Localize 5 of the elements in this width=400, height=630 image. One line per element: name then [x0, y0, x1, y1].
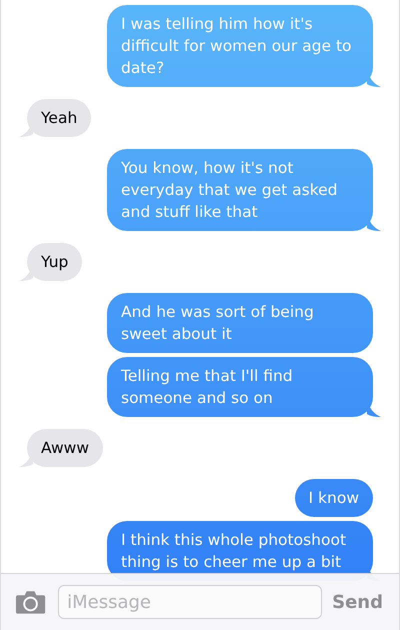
send-button[interactable]: Send [330, 588, 385, 616]
message-bubble: And he was sort of being sweet about it [107, 293, 373, 353]
message-field[interactable]: iMessage [58, 585, 322, 619]
camera-icon[interactable] [15, 589, 46, 615]
message-bubble: I know [294, 479, 373, 517]
